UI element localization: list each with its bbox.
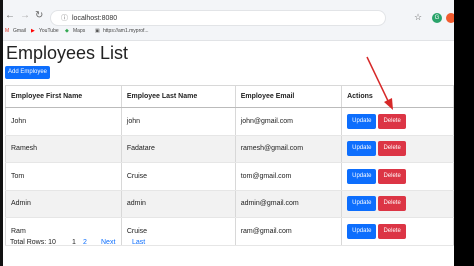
gmail-icon: M	[5, 27, 10, 34]
forward-icon[interactable]: →	[20, 10, 30, 21]
cell-last-name: Cruise	[120, 162, 236, 191]
cell-email: ramesh@gmail.com	[234, 135, 342, 163]
left-edge-bar	[0, 0, 3, 266]
cell-last-name: admin	[120, 190, 236, 218]
bookmarks-bar: M Gmail ▶ YouTube ◆ Maps ▣ https://am1.mypro…	[0, 28, 454, 38]
screen: ← → ↻ ⓘ localhost:8080 ☆ G M Gmail ▶ YouTub…	[0, 0, 474, 266]
browser-chrome: ← → ↻ ⓘ localhost:8080 ☆ G M Gmail ▶ YouTub…	[0, 0, 474, 41]
table-row: Ramesh Fadatare ramesh@gmail.com Update D…	[5, 135, 454, 163]
address-bar[interactable]: ⓘ localhost:8080	[50, 10, 386, 26]
cell-actions: Update Delete	[341, 162, 454, 191]
bookmark-youtube[interactable]: ▶ YouTube	[31, 28, 59, 34]
back-icon[interactable]: ←	[5, 10, 15, 21]
youtube-icon: ▶	[31, 27, 35, 34]
link-icon: ▣	[95, 27, 100, 34]
update-button[interactable]: Update	[347, 168, 377, 184]
update-button[interactable]: Update	[347, 141, 377, 157]
page-1-link[interactable]: 1	[72, 239, 76, 246]
update-button[interactable]: Update	[347, 196, 377, 212]
cell-email: tom@gmail.com	[234, 162, 342, 191]
bookmark-gmail[interactable]: M Gmail	[5, 28, 26, 34]
header-first-name: Employee First Name	[5, 85, 122, 108]
info-icon[interactable]: ⓘ	[61, 15, 68, 22]
cell-first-name: John	[5, 107, 122, 136]
delete-button[interactable]: Delete	[378, 113, 406, 129]
cell-first-name: Tom	[5, 162, 122, 191]
table-footer: Total Rows: 10 1 2 Next Last	[10, 239, 454, 249]
cell-first-name: Admin	[5, 190, 122, 218]
cell-actions: Update Delete	[341, 135, 454, 163]
cell-email: john@gmail.com	[234, 107, 342, 136]
cell-email: admin@gmail.com	[234, 190, 342, 218]
right-edge-bar	[454, 0, 474, 266]
delete-button[interactable]: Delete	[378, 223, 406, 239]
next-page-link[interactable]: Next	[101, 239, 115, 246]
annotation-arrow-icon	[366, 56, 393, 110]
page-2-link[interactable]: 2	[83, 239, 87, 246]
last-page-link[interactable]: Last	[132, 239, 145, 246]
table-row: Tom Cruise tom@gmail.com Update Delete	[5, 162, 454, 191]
cell-last-name: Fadatare	[120, 135, 236, 163]
update-button[interactable]: Update	[347, 113, 377, 129]
reload-icon[interactable]: ↻	[35, 10, 43, 21]
bookmark-link[interactable]: ▣ https://am1.myprof...	[95, 28, 149, 34]
delete-button[interactable]: Delete	[378, 196, 406, 212]
bookmark-star-icon[interactable]: ☆	[414, 12, 422, 23]
extension-g-icon[interactable]: G	[432, 13, 442, 23]
delete-button[interactable]: Delete	[378, 141, 406, 157]
cell-first-name: Ramesh	[5, 135, 122, 163]
url-row: ← → ↻ ⓘ localhost:8080 ☆ G	[0, 10, 456, 26]
table-row: Admin admin admin@gmail.com Update Delete	[5, 190, 454, 218]
total-rows: Total Rows: 10	[10, 239, 56, 246]
add-employee-button[interactable]: Add Employee	[5, 66, 51, 79]
header-email: Employee Email	[234, 85, 342, 108]
cell-actions: Update Delete	[341, 190, 454, 218]
update-button[interactable]: Update	[347, 223, 377, 239]
cell-last-name: john	[120, 107, 236, 136]
maps-icon: ◆	[65, 27, 69, 34]
delete-button[interactable]: Delete	[378, 168, 406, 184]
bookmark-maps[interactable]: ◆ Maps	[65, 28, 85, 34]
page-title: Employees List	[6, 43, 129, 63]
header-last-name: Employee Last Name	[120, 85, 236, 108]
url-text: localhost:8080	[72, 15, 118, 22]
